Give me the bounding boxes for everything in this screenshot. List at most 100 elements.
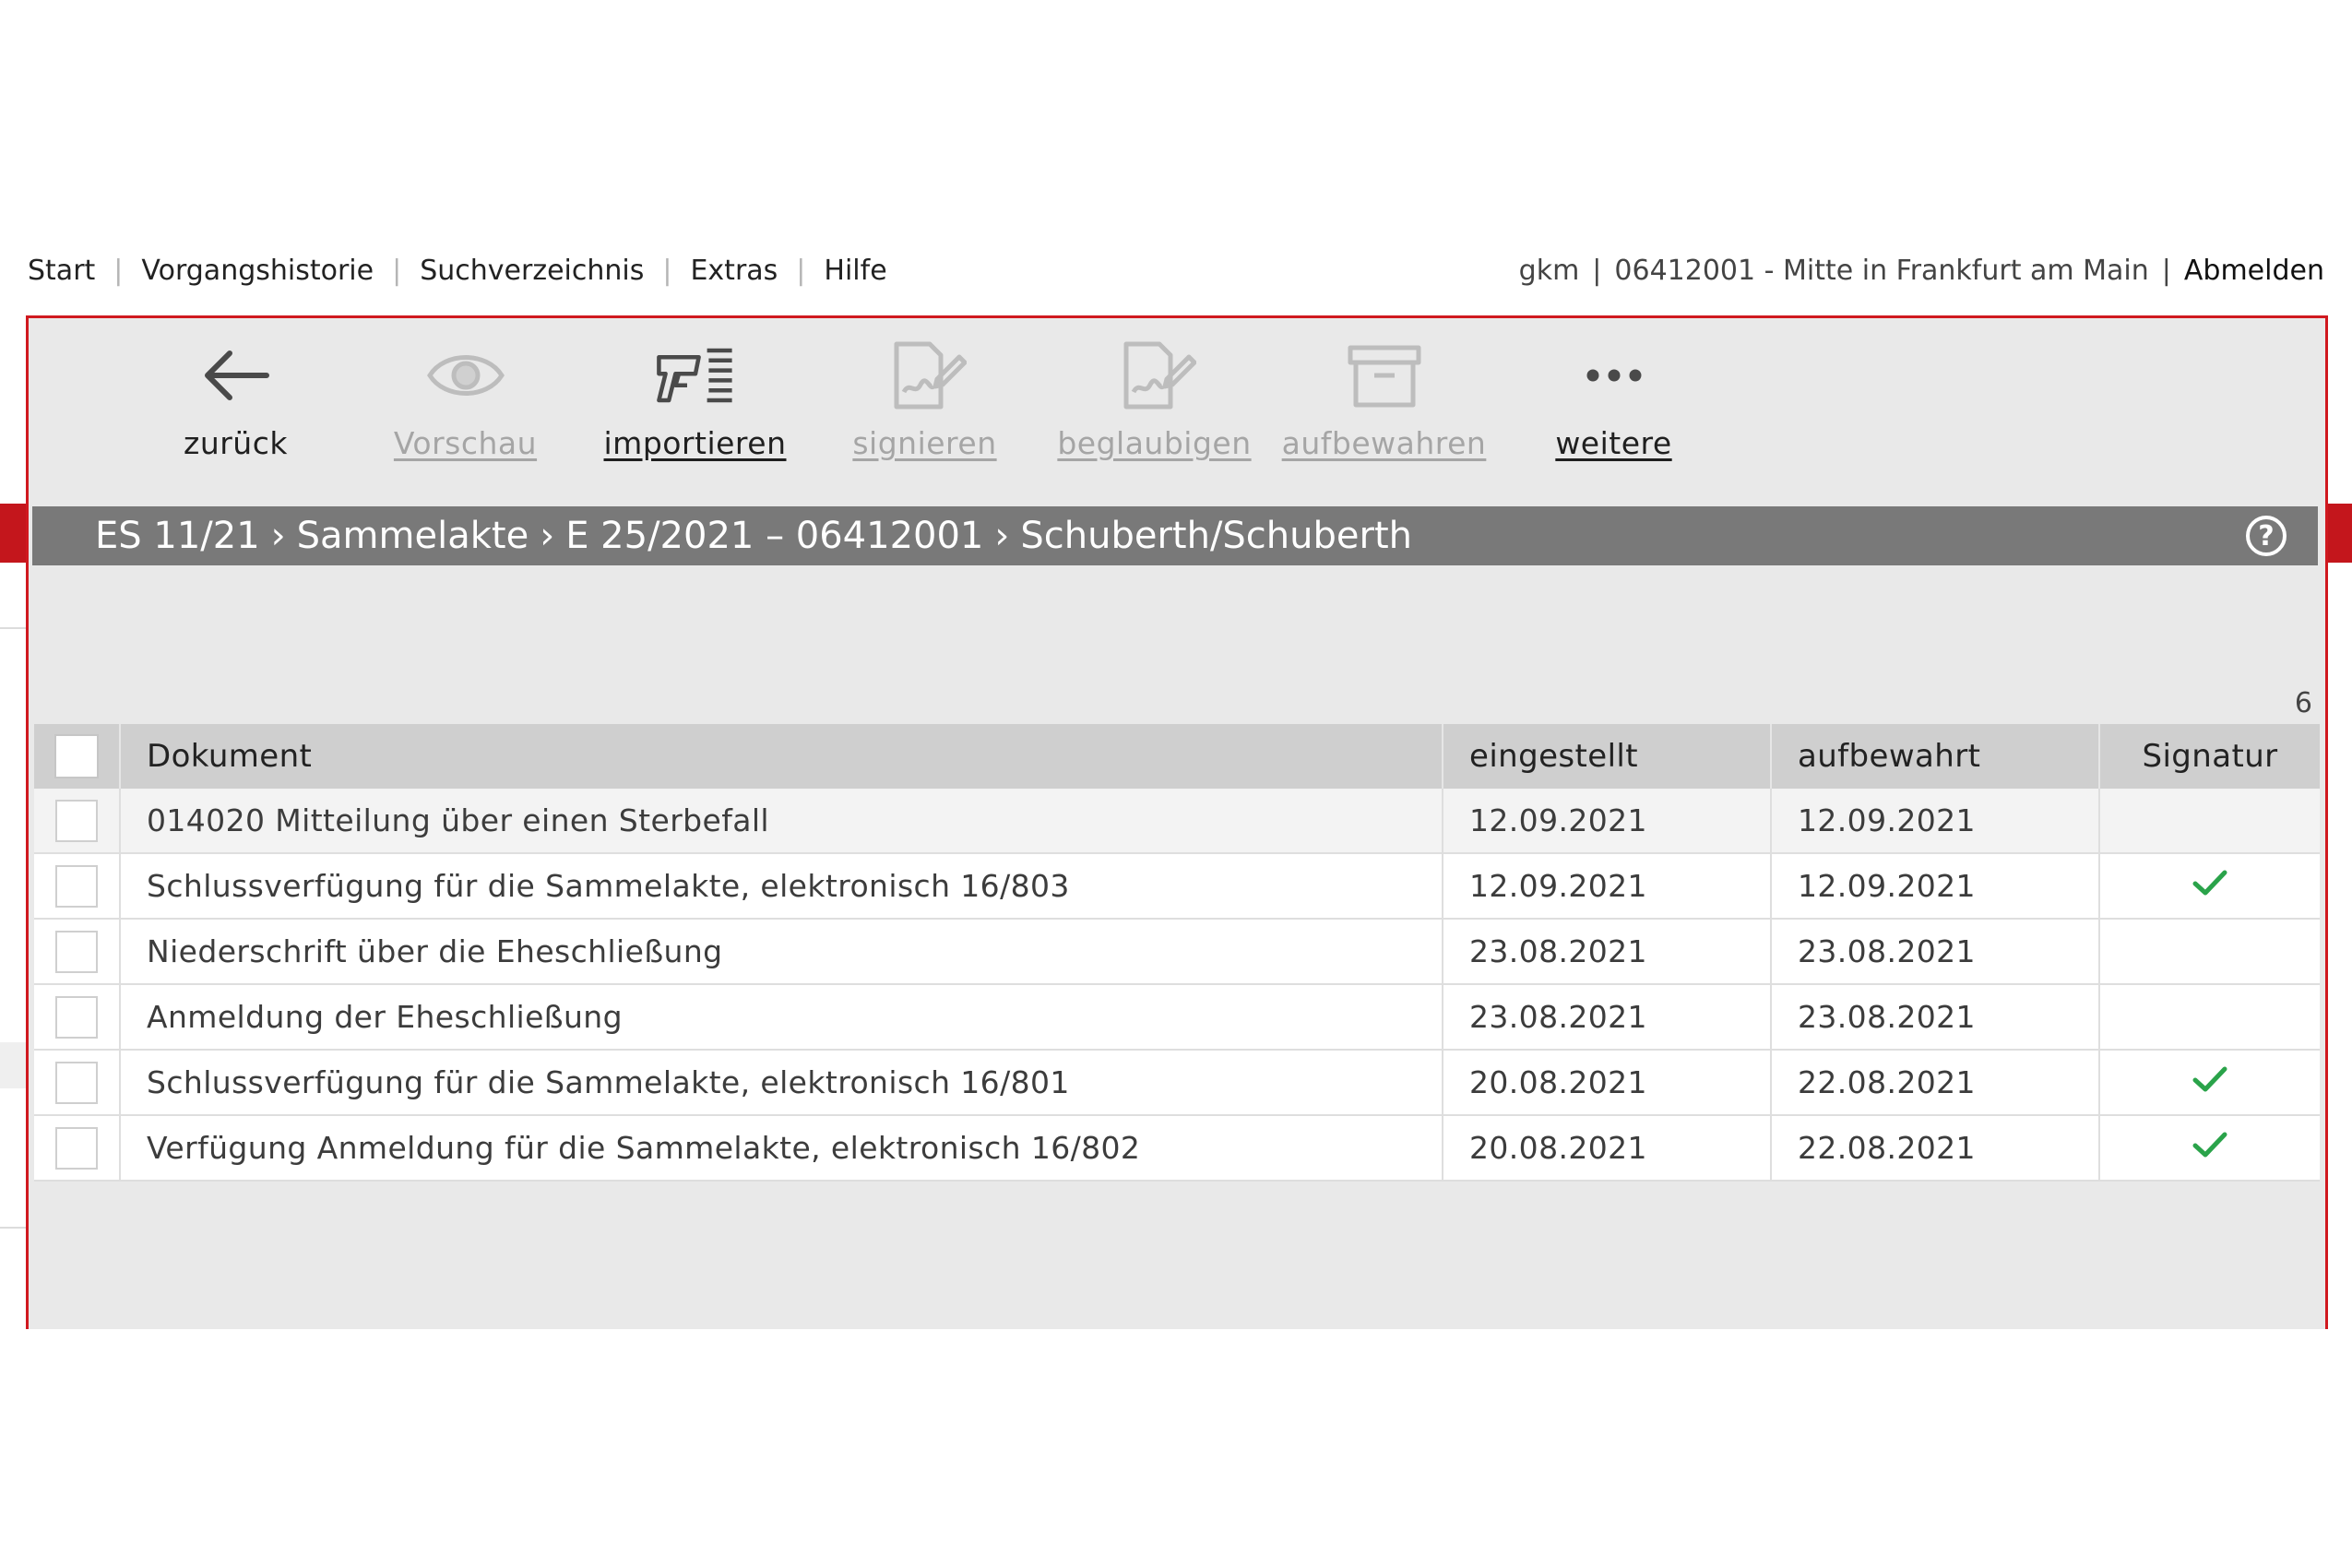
more-label: weitere	[1555, 425, 1672, 461]
document-count: 6	[2294, 687, 2312, 719]
row-select-cell	[34, 1051, 121, 1114]
nav-vorgangshistorie[interactable]: Vorgangshistorie	[141, 255, 374, 287]
preview-button[interactable]: Vorschau	[350, 318, 580, 503]
logout-link[interactable]: Abmelden	[2184, 255, 2324, 287]
row-select-cell	[34, 1116, 121, 1180]
office-name: 06412001 - Mitte in Frankfurt am Main	[1614, 254, 2149, 287]
date-eingestellt: 23.08.2021	[1443, 920, 1772, 983]
row-select-cell	[34, 920, 121, 983]
row-select-cell	[34, 985, 121, 1049]
date-aufbewahrt: 12.09.2021	[1772, 854, 2100, 918]
document-certify-icon	[1123, 341, 1196, 410]
nav-separator: |	[662, 254, 672, 287]
checkmark-icon	[2192, 868, 2228, 905]
breadcrumb-item[interactable]: E 25/2021 – 06412001	[565, 515, 983, 557]
signature-cell	[2100, 1116, 2320, 1180]
certify-button[interactable]: beglaubigen	[1039, 318, 1269, 503]
sign-button[interactable]: signieren	[810, 318, 1039, 503]
row-checkbox[interactable]	[55, 864, 98, 908]
column-header-aufbewahrt[interactable]: aufbewahrt	[1772, 724, 2100, 789]
document-name[interactable]: Schlussverfügung für die Sammelakte, ele…	[121, 1051, 1443, 1114]
breadcrumb-separator: ›	[994, 515, 1010, 557]
arrow-left-icon	[204, 350, 269, 400]
document-name[interactable]: Verfügung Anmeldung für die Sammelakte, …	[121, 1116, 1443, 1180]
row-checkbox[interactable]	[55, 1126, 98, 1170]
user-name: gkm	[1518, 254, 1580, 287]
row-checkbox[interactable]	[55, 799, 98, 842]
breadcrumb-item[interactable]: Sammelakte	[297, 515, 529, 557]
select-all-cell	[34, 724, 121, 789]
scanner-icon	[656, 348, 732, 403]
row-select-cell	[34, 854, 121, 918]
breadcrumb-item[interactable]: Schuberth/Schuberth	[1020, 515, 1412, 557]
sign-label: signieren	[852, 425, 997, 461]
row-checkbox[interactable]	[55, 1061, 98, 1104]
more-button[interactable]: weitere	[1499, 318, 1728, 503]
document-panel: zurück Vorschau importieren signieren be…	[26, 315, 2328, 1329]
toolbar: zurück Vorschau importieren signieren be…	[29, 318, 2325, 503]
back-label: zurück	[184, 425, 288, 461]
certify-label: beglaubigen	[1057, 425, 1252, 461]
table-row[interactable]: Verfügung Anmeldung für die Sammelakte, …	[34, 1116, 2320, 1182]
signature-cell	[2100, 854, 2320, 918]
table-row[interactable]: Schlussverfügung für die Sammelakte, ele…	[34, 1051, 2320, 1116]
breadcrumb-separator: ›	[270, 515, 286, 557]
table-row[interactable]: Niederschrift über die Eheschließung 23.…	[34, 920, 2320, 985]
archive-button[interactable]: aufbewahren	[1269, 318, 1499, 503]
document-name[interactable]: Anmeldung der Eheschließung	[121, 985, 1443, 1049]
signature-cell	[2100, 920, 2320, 983]
nav-separator: |	[392, 254, 402, 287]
breadcrumb-separator: ›	[540, 515, 555, 557]
accent-bar-left	[0, 504, 28, 563]
date-aufbewahrt: 22.08.2021	[1772, 1051, 2100, 1114]
document-name[interactable]: Schlussverfügung für die Sammelakte, ele…	[121, 854, 1443, 918]
archive-label: aufbewahren	[1281, 425, 1487, 461]
import-button[interactable]: importieren	[580, 318, 810, 503]
column-header-dokument[interactable]: Dokument	[121, 724, 1443, 789]
nav-start[interactable]: Start	[28, 255, 95, 287]
preview-label: Vorschau	[393, 425, 538, 461]
column-header-eingestellt[interactable]: eingestellt	[1443, 724, 1772, 789]
nav-separator: |	[113, 254, 124, 287]
table-row[interactable]: Anmeldung der Eheschließung 23.08.2021 2…	[34, 985, 2320, 1051]
user-separator: |	[1592, 254, 1602, 287]
checkmark-icon	[2192, 1130, 2228, 1167]
date-eingestellt: 20.08.2021	[1443, 1051, 1772, 1114]
checkmark-icon	[2192, 1064, 2228, 1101]
date-eingestellt: 12.09.2021	[1443, 854, 1772, 918]
breadcrumb: ES 11/21 › Sammelakte › E 25/2021 – 0641…	[32, 506, 2318, 565]
date-aufbewahrt: 12.09.2021	[1772, 789, 2100, 852]
background-divider	[0, 627, 26, 629]
row-checkbox[interactable]	[55, 995, 98, 1039]
user-separator: |	[2161, 254, 2171, 287]
signature-cell	[2100, 789, 2320, 852]
help-icon[interactable]: ?	[2246, 516, 2287, 556]
date-aufbewahrt: 23.08.2021	[1772, 920, 2100, 983]
import-label: importieren	[603, 425, 787, 461]
document-name[interactable]: Niederschrift über die Eheschließung	[121, 920, 1443, 983]
signature-cell	[2100, 985, 2320, 1049]
column-header-signatur[interactable]: Signatur	[2100, 724, 2320, 789]
table-header: Dokument eingestellt aufbewahrt Signatur	[34, 724, 2320, 789]
archive-box-icon	[1348, 345, 1420, 408]
nav-extras[interactable]: Extras	[690, 255, 778, 287]
top-navigation: Start | Vorgangshistorie | Suchverzeichn…	[28, 247, 2324, 293]
date-eingestellt: 12.09.2021	[1443, 789, 1772, 852]
table-row[interactable]: 014020 Mitteilung über einen Sterbefall …	[34, 789, 2320, 854]
row-select-cell	[34, 789, 121, 852]
document-name[interactable]: 014020 Mitteilung über einen Sterbefall	[121, 789, 1443, 852]
back-button[interactable]: zurück	[121, 318, 350, 503]
table-row[interactable]: Schlussverfügung für die Sammelakte, ele…	[34, 854, 2320, 920]
user-info: gkm | 06412001 - Mitte in Frankfurt am M…	[1519, 255, 2324, 287]
select-all-checkbox[interactable]	[54, 734, 99, 778]
document-sign-icon	[894, 341, 967, 410]
nav-separator: |	[796, 254, 806, 287]
documents-table: Dokument eingestellt aufbewahrt Signatur…	[34, 724, 2320, 1182]
breadcrumb-item[interactable]: ES 11/21	[95, 515, 260, 557]
nav-hilfe[interactable]: Hilfe	[824, 255, 886, 287]
accent-bar-right	[2324, 504, 2352, 563]
date-eingestellt: 23.08.2021	[1443, 985, 1772, 1049]
nav-suchverzeichnis[interactable]: Suchverzeichnis	[420, 255, 644, 287]
background-divider	[0, 1227, 26, 1229]
row-checkbox[interactable]	[55, 930, 98, 973]
